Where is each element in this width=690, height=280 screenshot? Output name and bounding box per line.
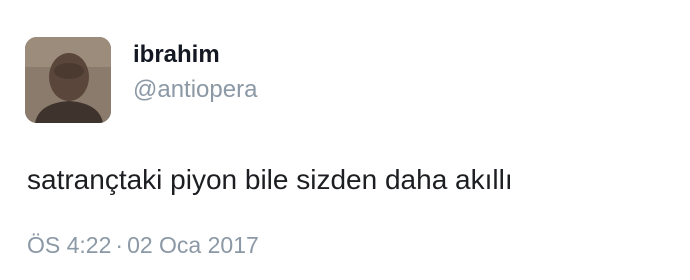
tweet-time: ÖS 4:22 [27, 232, 112, 258]
user-names: ibrahim @antiopera [133, 41, 257, 105]
timestamp-separator: · [115, 232, 124, 258]
tweet-text: satrançtaki piyon bile sizden daha akıll… [27, 164, 513, 195]
avatar[interactable] [25, 37, 111, 123]
tweet-header: ibrahim @antiopera [25, 37, 257, 123]
user-handle[interactable]: @antiopera [133, 75, 257, 105]
tweet-date: 02 Oca 2017 [127, 232, 259, 258]
tweet-card: ibrahim @antiopera satrançtaki piyon bil… [0, 0, 690, 280]
avatar-image [25, 37, 111, 123]
tweet-timestamp[interactable]: ÖS 4:22 · 02 Oca 2017 [27, 231, 259, 259]
display-name[interactable]: ibrahim [133, 41, 257, 69]
